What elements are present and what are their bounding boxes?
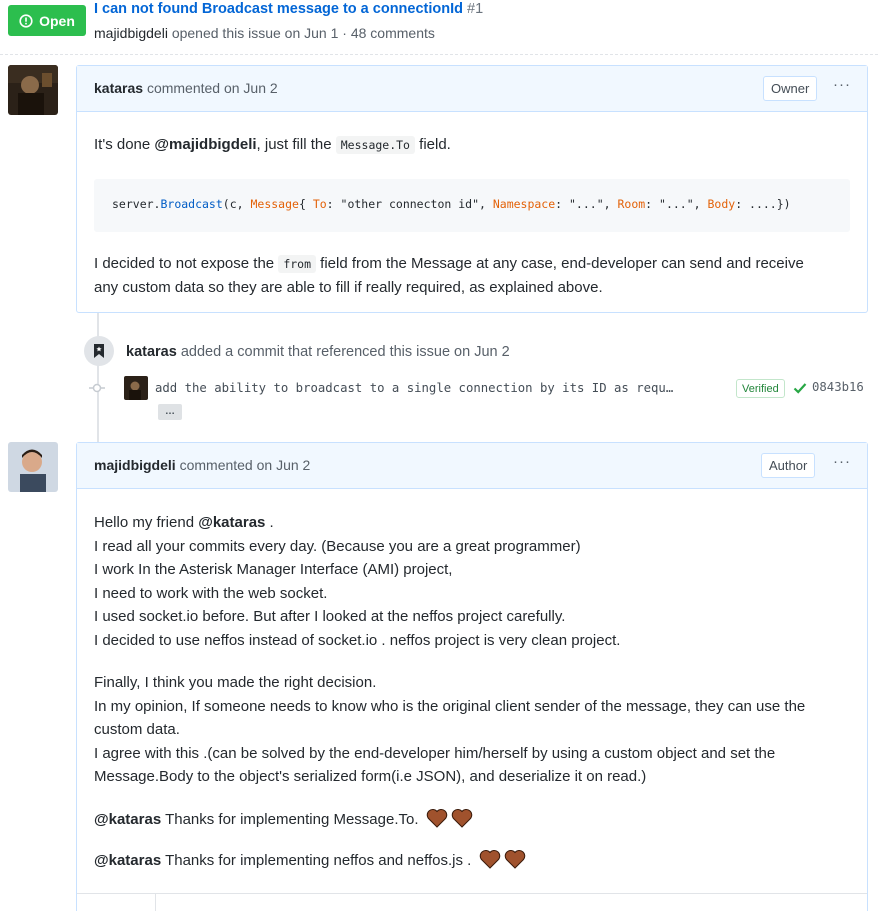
comment-paragraph: I decided to not expose the from field f…: [94, 252, 850, 300]
issue-state-badge: Open: [8, 5, 86, 36]
text: custom data.: [94, 721, 180, 738]
code-token: server.: [112, 197, 161, 212]
reactions-separator: [155, 894, 156, 911]
event-actor-link[interactable]: kataras: [126, 344, 177, 360]
issue-meta: majidbigdeli opened this issue on Jun 1 …: [94, 25, 435, 41]
majidbigdeli-avatar-image: [8, 442, 58, 492]
text: I work In the Asterisk Manager Interface…: [94, 561, 453, 578]
text: field.: [415, 136, 451, 153]
avatar[interactable]: [8, 442, 58, 492]
inline-code: Message.To: [335, 136, 415, 154]
heart-icon: [504, 850, 525, 869]
commit-author-avatar[interactable]: [124, 376, 148, 400]
issue-number: #1: [467, 1, 484, 17]
heart-icon: [479, 850, 500, 869]
heart-icon: [426, 808, 447, 828]
text: I read all your commits every day. (Beca…: [94, 537, 581, 555]
comment-paragraph: Finally, I think you made the right deci…: [94, 671, 850, 789]
text: I agree with this .(can be solved by the…: [94, 744, 776, 762]
text: I used socket.io before. But after I loo…: [94, 608, 566, 625]
code-token: {: [298, 197, 313, 212]
heart-icon: [451, 808, 472, 828]
commit-node-icon: [89, 383, 105, 393]
mention-link[interactable]: @majidbigdeli: [154, 136, 256, 153]
code-token: To: [312, 197, 327, 212]
comment-header: majidbigdeli commented on Jun 2 Author ·…: [77, 443, 867, 489]
mention-link[interactable]: @kataras: [94, 852, 161, 869]
bookmark-icon: [94, 344, 104, 358]
text: Thanks for implementing Message.To.: [161, 810, 419, 828]
text: I decided to not expose the: [94, 254, 279, 272]
author-label: Author: [761, 453, 816, 478]
code-block: server. Broadcast (c, Message{ To: "other …: [94, 178, 850, 232]
text: any custom data so they are able to fill…: [94, 279, 603, 296]
comment-paragraph: @kataras Thanks for implementing Message…: [94, 808, 850, 832]
code-token: Message: [250, 197, 299, 212]
comment-paragraph: Hello my friend @kataras . I read all yo…: [94, 511, 850, 652]
reactions-divider: [77, 893, 867, 894]
text: Hello my friend: [94, 514, 199, 531]
owner-label: Owner: [763, 76, 818, 101]
comment-body: Hello my friend @kataras . I read all yo…: [77, 511, 867, 873]
comment-header: kataras commented on Jun 2 Owner ···: [77, 66, 867, 112]
code-token: : "...",: [555, 197, 618, 212]
issue-state-label: Open: [39, 12, 75, 29]
code-token: Body: [707, 197, 736, 212]
inline-code: from: [278, 254, 317, 273]
text: I need to work with the web socket.: [94, 584, 328, 602]
issue-opened-icon: [19, 13, 33, 28]
event-badge: [84, 336, 114, 366]
comment-author-line: majidbigdeli commented on Jun 2: [94, 457, 310, 473]
event-description: kataras added a commit that referenced t…: [126, 344, 510, 360]
check-icon[interactable]: [793, 381, 807, 395]
avatar[interactable]: [8, 65, 58, 115]
event-text: added a commit that referenced this issu…: [180, 344, 510, 360]
comment-majidbigdeli: majidbigdeli commented on Jun 2 Author ·…: [76, 442, 868, 911]
kataras-avatar-small: [124, 376, 148, 400]
comment-timestamp[interactable]: commented on Jun 2: [180, 457, 311, 473]
text: I decided to use neffos instead of socke…: [94, 631, 621, 649]
comment-options-button[interactable]: ···: [833, 453, 851, 470]
verified-badge[interactable]: Verified: [736, 379, 785, 398]
text: , just fill the: [256, 136, 336, 153]
commit-message-link[interactable]: add the ability to broadcast to a single…: [155, 381, 673, 395]
code-token: : ....}): [735, 197, 791, 212]
issue-opened-text: opened this issue on Jun 1 · 48 comments: [171, 25, 435, 41]
mention-link[interactable]: @kataras: [198, 514, 265, 531]
text: .: [265, 514, 274, 531]
commit-sha-link[interactable]: 0843b16: [812, 380, 864, 394]
code-token: Room: [617, 197, 646, 212]
code-token: Broadcast: [160, 197, 223, 212]
comment-timestamp[interactable]: commented on Jun 2: [147, 80, 278, 96]
comment-author-link[interactable]: majidbigdeli: [94, 457, 176, 473]
issue-author-link[interactable]: majidbigdeli: [94, 25, 168, 41]
text: In my opinion, If someone needs to know …: [94, 697, 806, 715]
text: Thanks for implementing neffos and neffo…: [161, 852, 472, 869]
comment-body: It's done @majidbigdeli, just fill the M…: [77, 133, 867, 300]
comment-paragraph: It's done @majidbigdeli, just fill the M…: [94, 133, 850, 158]
code-token: : "...",: [645, 197, 708, 212]
code-token: Namespace: [492, 197, 556, 212]
comment-options-button[interactable]: ···: [833, 76, 851, 93]
text: Finally, I think you made the right deci…: [94, 674, 377, 691]
text: It's done: [94, 136, 155, 153]
comment-author-line: kataras commented on Jun 2: [94, 80, 278, 96]
comment-kataras: kataras commented on Jun 2 Owner ··· It'…: [76, 65, 868, 313]
code-token: (c,: [222, 197, 251, 212]
timeline-line: [97, 312, 99, 442]
commit-expand-button[interactable]: …: [158, 404, 182, 420]
text: Message.Body to the object's serialized …: [94, 768, 647, 785]
comment-paragraph: @kataras Thanks for implementing neffos …: [94, 849, 850, 873]
code-token: : "other connecton id",: [326, 197, 493, 212]
text: field from the Message at any case, end-…: [316, 254, 804, 272]
issue-title[interactable]: I can not found Broadcast message to a c…: [94, 1, 483, 17]
mention-link[interactable]: @kataras: [94, 811, 161, 828]
comment-author-link[interactable]: kataras: [94, 80, 143, 96]
kataras-avatar-image: [8, 65, 58, 115]
issue-header: Open I can not found Broadcast message t…: [0, 0, 878, 55]
issue-title-text: I can not found Broadcast message to a c…: [94, 1, 463, 17]
